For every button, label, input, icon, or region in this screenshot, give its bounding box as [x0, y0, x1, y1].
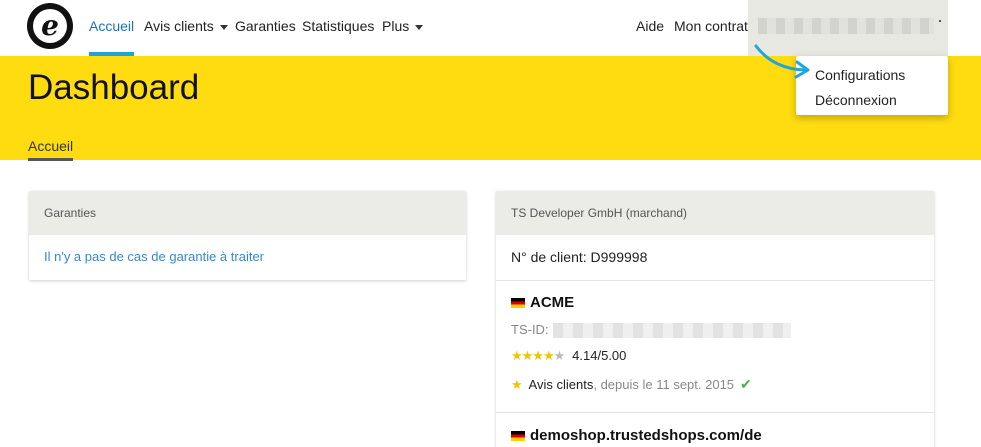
checkmark-icon: ✔ — [740, 376, 752, 392]
merchant-card: TS Developer GmbH (marchand) N° de clien… — [496, 191, 934, 447]
reviews-since: , depuis le 11 sept. 2015 — [593, 377, 735, 392]
nav-item-accueil[interactable]: Accueil — [89, 0, 135, 56]
germany-flag-icon — [511, 298, 525, 309]
merchant-card-title: TS Developer GmbH (marchand) — [496, 191, 934, 235]
no-guarantee-cases-link[interactable]: Il n'y a pas de cas de garantie à traite… — [44, 249, 264, 264]
nav-item-mon-contrat[interactable]: Mon contrat — [674, 0, 748, 52]
shop-entry: demoshop.trustedshops.com/de — [496, 412, 934, 447]
menu-item-deconnexion[interactable]: Déconnexion — [815, 92, 897, 108]
top-navbar: e Accueil Avis clients Garanties Statist… — [0, 0, 981, 56]
account-name-redacted — [758, 18, 934, 34]
guarantees-card: Garanties Il n'y a pas de cas de garanti… — [29, 191, 466, 280]
rating-stars-icon: ★★★★★ — [511, 348, 565, 363]
rating-value: 4.14/5.00 — [572, 348, 627, 363]
nav-item-plus-label: Plus — [382, 18, 410, 34]
nav-item-garanties[interactable]: Garanties — [235, 0, 296, 52]
menu-item-configurations[interactable]: Configurations — [815, 67, 905, 83]
annotation-arrow-icon — [754, 44, 810, 79]
shop-name[interactable]: demoshop.trustedshops.com/de — [530, 427, 762, 444]
account-dropdown-menu: Configurations Déconnexion — [796, 56, 948, 115]
trusted-shops-logo-icon[interactable]: e — [27, 3, 73, 49]
breadcrumb[interactable]: Accueil — [28, 138, 74, 161]
nav-item-aide[interactable]: Aide — [636, 0, 664, 52]
caret-icon — [939, 20, 941, 22]
germany-flag-icon — [511, 431, 525, 442]
guarantees-card-title: Garanties — [29, 191, 466, 235]
nav-item-avis-clients[interactable]: Avis clients — [144, 0, 228, 52]
nav-item-avis-clients-label: Avis clients — [144, 18, 214, 34]
chevron-down-icon — [219, 24, 228, 30]
page-title: Dashboard — [28, 68, 200, 107]
chevron-down-icon — [415, 24, 424, 30]
client-number: N° de client: D999998 — [511, 249, 648, 265]
star-icon: ★ — [511, 377, 523, 392]
logo-letter: e — [41, 9, 59, 42]
shop-name[interactable]: ACME — [530, 294, 574, 311]
nav-item-plus[interactable]: Plus — [382, 0, 424, 52]
nav-item-statistiques[interactable]: Statistiques — [302, 0, 374, 52]
ts-id-label: TS-ID: — [511, 322, 549, 337]
shop-entry: ACME TS-ID: ★★★★★ 4.14/5.00 ★ Avis clien… — [496, 280, 934, 412]
reviews-label[interactable]: Avis clients — [529, 377, 594, 392]
ts-id-value-redacted — [552, 322, 791, 338]
